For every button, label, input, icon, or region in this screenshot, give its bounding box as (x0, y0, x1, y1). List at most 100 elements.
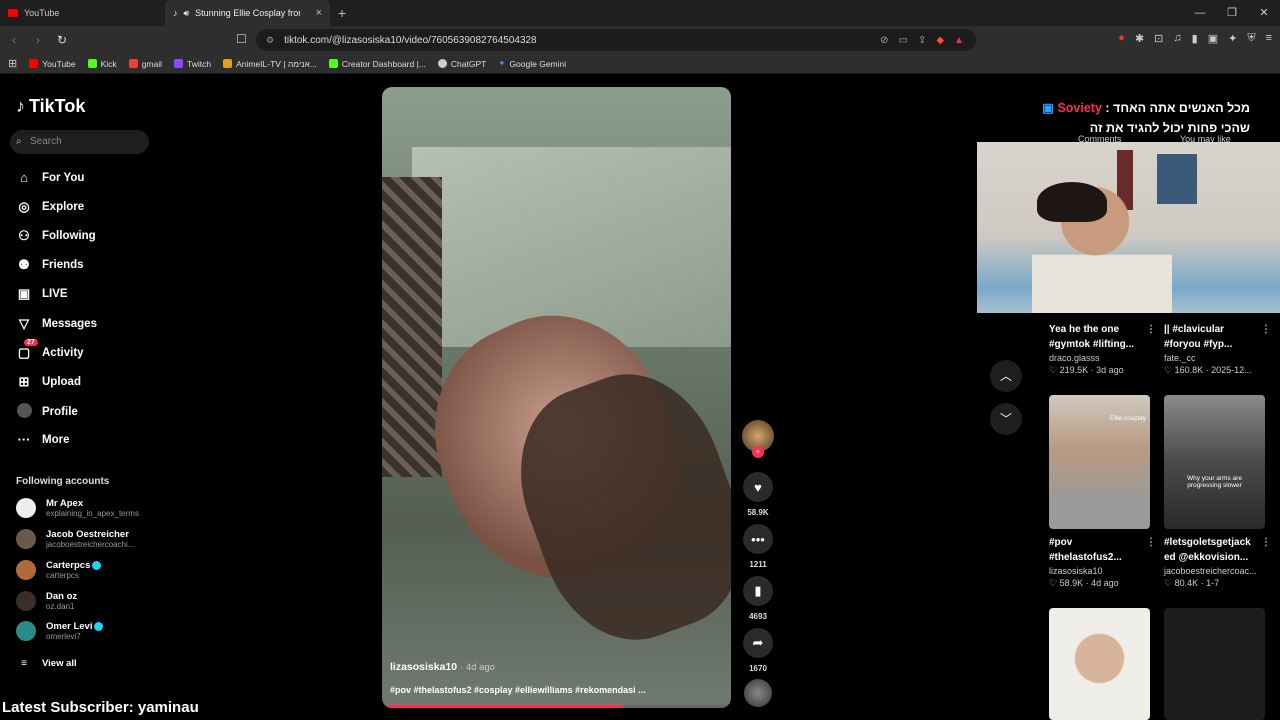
share-arrow-icon[interactable]: ➦ (743, 628, 773, 658)
comment-icon[interactable]: ••• (743, 524, 773, 554)
nav-following[interactable]: ⚇ Following (16, 228, 95, 244)
search-input[interactable]: ⌕ Search (10, 130, 149, 154)
nav-explore[interactable]: ◎ Explore (16, 199, 84, 215)
rec-card[interactable]: Why your arms are progressing slower #le… (1164, 395, 1271, 589)
follow-plus-icon[interactable]: + (752, 446, 764, 458)
translate-icon[interactable]: ⊘ (880, 35, 888, 46)
minimize-icon[interactable]: — (1184, 0, 1216, 26)
heart-icon[interactable]: ♥ (743, 472, 773, 502)
nav-activity[interactable]: ▢ 27 Activity (16, 339, 84, 361)
nav-upload[interactable]: ⊞ Upload (16, 374, 81, 390)
leo-ai-icon[interactable]: ✦ (1228, 32, 1237, 45)
kebab-menu-icon[interactable]: ⋮ (1261, 535, 1271, 550)
video-caption[interactable]: #pov #thelastofus2 #cosplay #elliewillia… (390, 685, 646, 695)
video-progress-bar[interactable] (382, 705, 731, 708)
rec-thumbnail-loading[interactable] (1164, 608, 1265, 720)
rec-card[interactable]: || #clavicular ⋮ #foryou #fyp... fate._cc … (1164, 322, 1271, 376)
account-carterpcs[interactable]: Carterpcs carterpcs (16, 560, 102, 580)
next-video-chevron-down-icon[interactable]: ﹀ (990, 403, 1022, 435)
nav-for-you[interactable]: ⌂ For You (16, 170, 84, 185)
screenshot-icon[interactable]: ⊡ (1154, 32, 1163, 45)
kebab-menu-icon[interactable]: ⋮ (1146, 535, 1156, 550)
wallet-icon[interactable]: ▣ (1208, 32, 1218, 45)
bookmark-creator-dashboard[interactable]: Creator Dashboard |... (328, 59, 426, 69)
rec-author[interactable]: jacoboestreichercoac... (1164, 566, 1265, 576)
sidebar-toggle-icon[interactable]: ▮ (1192, 32, 1198, 45)
share-icon[interactable]: ⇪ (918, 35, 926, 46)
comment-action[interactable]: ••• 1211 (741, 524, 775, 569)
brave-shield-icon[interactable]: ◆ (936, 35, 944, 46)
bookmark-page-icon[interactable]: ☐ (236, 32, 247, 46)
live-icon: ▣ (17, 286, 31, 301)
speaker-icon[interactable]: 🔊︎ (184, 8, 190, 19)
reload-icon[interactable]: ↻ (52, 33, 72, 47)
bookmark-youtube[interactable]: YouTube (29, 59, 76, 69)
cast-icon[interactable]: ▭ (899, 35, 908, 46)
rec-thumbnail[interactable]: Ellie cosplay (1049, 395, 1150, 529)
music-disc-icon[interactable] (744, 679, 772, 707)
rec-card[interactable]: Ellie cosplay #pov ⋮ #thelastofus2... liza… (1049, 395, 1156, 589)
nav-messages[interactable]: ▽ Messages (16, 316, 97, 332)
video-author[interactable]: lizasosiska10 (390, 661, 457, 673)
bookmark-twitch[interactable]: Twitch (174, 59, 211, 69)
menu-icon[interactable]: ≡ (1266, 32, 1272, 45)
previous-video-chevron-up-icon[interactable]: ︿ (990, 360, 1022, 392)
nav-live[interactable]: ▣ LIVE (16, 286, 68, 302)
site-info-icon[interactable]: ⚙ (266, 35, 274, 46)
rec-thumbnail[interactable]: Why your arms are progressing slower (1164, 395, 1265, 529)
tab-tiktok[interactable]: ♪ 🔊︎ Stunning Ellie Cosplay from T × (165, 0, 330, 26)
account-jacob[interactable]: Jacob Oestreicher jacoboestreichercoachi.… (16, 529, 135, 549)
kebab-menu-icon[interactable]: ⋮ (1146, 322, 1156, 337)
rec-title-line1: Yea he the one (1049, 324, 1120, 335)
account-omer-levi[interactable]: Omer Levi omerlevi7 (16, 621, 104, 641)
bookmark-gmail[interactable]: gmail (128, 59, 162, 69)
nav-more[interactable]: ··· More (16, 432, 70, 447)
rec-card[interactable] (1164, 608, 1265, 720)
address-bar[interactable]: ⚙ tiktok.com/@lizasosiska10/video/760563… (256, 29, 976, 51)
rec-author[interactable]: draco.glasss (1049, 353, 1150, 363)
kick-icon (87, 59, 97, 68)
bookmark-chatgpt[interactable]: ChatGPT (437, 59, 486, 69)
like-action[interactable]: ♥ 58.9K (741, 472, 775, 517)
rec-card[interactable]: Yea he the one ⋮ #gymtok #lifting... draco… (1049, 322, 1156, 376)
rec-author[interactable]: fate._cc (1164, 353, 1265, 363)
vpn-icon[interactable]: ⛨ (1247, 32, 1255, 45)
view-all-link[interactable]: ≡ View all (16, 658, 77, 669)
kebab-menu-icon[interactable]: ⋮ (1261, 322, 1271, 337)
nav-label: Activity (42, 347, 84, 359)
creator-avatar-button[interactable]: + (741, 420, 775, 458)
video-author-line[interactable]: lizasosiska10 · 4d ago (390, 661, 495, 673)
extensions-icon[interactable]: ✱ (1135, 32, 1144, 45)
back-icon[interactable]: ‹ (4, 33, 24, 47)
record-extension-icon[interactable]: ● (1118, 32, 1125, 45)
creator-avatar[interactable]: + (742, 420, 774, 458)
restore-icon[interactable]: ❐ (1216, 0, 1248, 26)
tiktok-logo[interactable]: ♪ TikTok (16, 96, 85, 117)
bookmark-animeil[interactable]: AnimeIL-TV | אנימה... (223, 59, 317, 69)
account-mr-apex[interactable]: Mr Apex explaining_in_apex_terms (16, 498, 139, 518)
save-action[interactable]: ▮ 4693 (741, 576, 775, 621)
music-icon[interactable]: ♫ (1173, 32, 1181, 45)
tiktok-favicon-icon: ♪ (173, 8, 178, 18)
apps-grid-icon[interactable]: ⊞ (8, 57, 17, 70)
close-window-icon[interactable]: ✕ (1248, 0, 1280, 26)
bookmark-icon[interactable]: ▮ (743, 576, 773, 606)
brave-rewards-icon[interactable]: ▲ (954, 35, 964, 46)
video-player[interactable]: lizasosiska10 · 4d ago #pov #thelastofus… (382, 87, 731, 708)
new-tab-button[interactable]: + (338, 5, 346, 21)
account-dan-oz[interactable]: Dan oz oz.dan1 (16, 591, 77, 611)
save-count: 4693 (749, 612, 767, 621)
nav-friends[interactable]: ⚉ Friends (16, 257, 83, 273)
bookmark-gemini[interactable]: ✦ Google Gemini (498, 58, 566, 69)
bookmark-kick[interactable]: Kick (87, 59, 117, 69)
close-tab-icon[interactable]: × (316, 7, 322, 19)
sound-disc[interactable] (741, 679, 775, 707)
forward-icon[interactable]: › (28, 33, 48, 47)
extensions-area: ● ✱ ⊡ ♫ ▮ ▣ ✦ ⛨ ≡ (1118, 32, 1272, 45)
rec-thumbnail[interactable] (1049, 608, 1150, 720)
rec-author[interactable]: lizasosiska10 (1049, 566, 1150, 576)
share-action[interactable]: ➦ 1670 (741, 628, 775, 673)
nav-profile[interactable]: Profile (16, 403, 78, 421)
tab-youtube[interactable]: YouTube (0, 0, 165, 26)
rec-card[interactable] (1049, 608, 1150, 720)
